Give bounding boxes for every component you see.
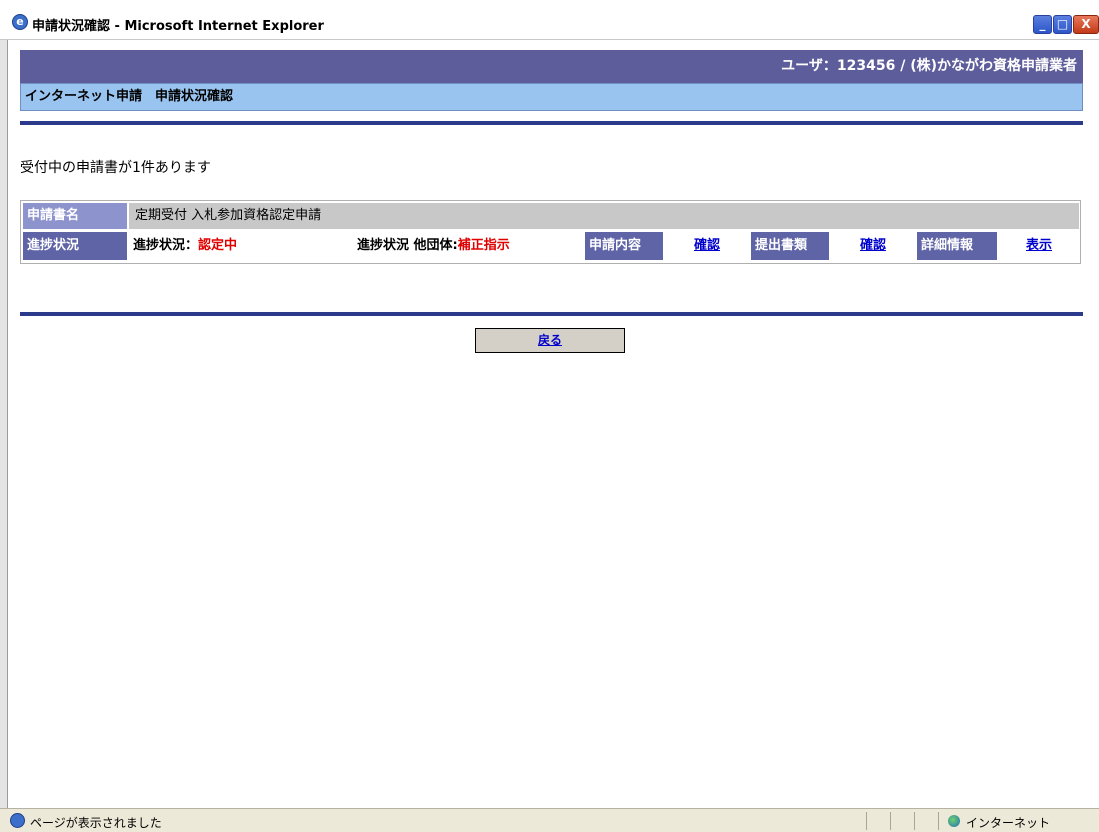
browser-statusbar: ページが表示されました インターネット xyxy=(0,808,1099,832)
back-button[interactable]: 戻る xyxy=(475,328,625,353)
user-info-bar: ユーザ：123456 / (株)かながわ資格申請業者 xyxy=(20,50,1083,83)
content-label: 申請内容 xyxy=(585,232,663,260)
detail-label: 詳細情報 xyxy=(917,232,997,260)
application-name-row: 申請書名 定期受付 入札参加資格認定申請 xyxy=(23,203,1079,229)
status-value-cell: 進捗状況：認定中 xyxy=(129,232,351,260)
statusbar-divider xyxy=(890,812,891,830)
docs-confirm-link[interactable]: 確認 xyxy=(860,238,886,253)
internet-explorer-icon: e xyxy=(12,14,28,30)
application-table: 申請書名 定期受付 入札参加資格認定申請 進捗状況 進捗状況：認定中 進捗状況 … xyxy=(20,200,1081,264)
window-frame-left xyxy=(0,40,8,808)
minimize-icon: _ xyxy=(1039,17,1046,31)
application-name-value: 定期受付 入札参加資格認定申請 xyxy=(129,203,1079,229)
statusbar-divider xyxy=(914,812,915,830)
content-confirm-link[interactable]: 確認 xyxy=(694,238,720,253)
divider-top xyxy=(20,121,1083,125)
divider-bottom xyxy=(20,312,1083,316)
application-name-label: 申請書名 xyxy=(23,203,127,229)
window-titlebar: e 申請状況確認 - Microsoft Internet Explorer _… xyxy=(0,0,1099,40)
docs-link-cell: 確認 xyxy=(831,232,915,260)
other-status-prefix: 進捗状況 他団体: xyxy=(357,238,458,253)
window-title: 申請状況確認 - Microsoft Internet Explorer xyxy=(32,19,324,34)
security-zone-label: インターネット xyxy=(966,816,1051,830)
detail-link-cell: 表示 xyxy=(999,232,1079,260)
back-link[interactable]: 戻る xyxy=(538,333,562,347)
content-link-cell: 確認 xyxy=(665,232,749,260)
statusbar-divider xyxy=(866,812,867,830)
close-icon: X xyxy=(1081,17,1091,31)
page-title: インターネット申請 申請状況確認 xyxy=(20,83,1083,111)
other-status-value: 補正指示 xyxy=(457,238,510,253)
status-value: 認定中 xyxy=(198,238,238,253)
status-prefix: 進捗状況： xyxy=(133,238,199,253)
minimize-button[interactable]: _ xyxy=(1033,15,1052,34)
status-label: 進捗状況 xyxy=(23,232,127,260)
detail-show-link[interactable]: 表示 xyxy=(1026,238,1052,253)
page-icon xyxy=(10,813,25,828)
internet-zone-icon xyxy=(948,815,960,827)
maximize-button[interactable]: □ xyxy=(1053,15,1072,34)
status-message: ページが表示されました xyxy=(30,816,162,830)
close-button[interactable]: X xyxy=(1073,15,1099,34)
application-status-row: 進捗状況 進捗状況：認定中 進捗状況 他団体:補正指示 申請内容 確認 提出書類… xyxy=(23,232,1079,260)
other-status-cell: 進捗状況 他団体:補正指示 xyxy=(353,232,583,260)
maximize-icon: □ xyxy=(1056,17,1069,31)
docs-label: 提出書類 xyxy=(751,232,829,260)
application-count-notice: 受付中の申請書が1件あります xyxy=(20,160,211,176)
statusbar-divider xyxy=(938,812,939,830)
